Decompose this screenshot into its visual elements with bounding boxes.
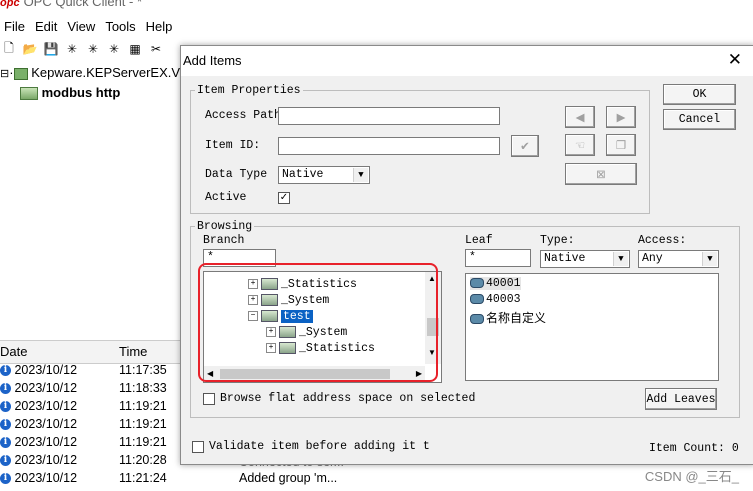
server-icon (13, 67, 28, 80)
properties-icon[interactable]: ▦ (126, 40, 144, 58)
log-row[interactable]: i 2023/10/12 11:19:21 (0, 435, 180, 453)
item-count: Item Count: 0 (649, 442, 739, 455)
data-type-select[interactable]: Native ▼ (278, 166, 370, 184)
info-icon: i (0, 455, 11, 467)
app-title: opc OPC Quick Client - * (0, 0, 143, 9)
info-icon: i (0, 473, 11, 485)
access-path-input[interactable] (278, 107, 500, 125)
info-icon: i (0, 401, 11, 413)
access-select[interactable]: Any ▼ (638, 250, 719, 268)
menu-view[interactable]: View (63, 17, 101, 37)
highlight-box (198, 263, 438, 382)
item-properties-legend: Item Properties (197, 84, 301, 97)
duplicate-item-button[interactable]: ❐ (606, 134, 636, 156)
menu-tools[interactable]: Tools (101, 17, 141, 37)
access-label: Access: (638, 234, 687, 247)
browse-flat-checkbox[interactable] (203, 393, 215, 405)
new-item-icon: ☜ (574, 139, 586, 153)
previous-button[interactable]: ◀ (565, 106, 595, 128)
log-message: Added group 'm... (239, 471, 338, 485)
access-path-label: Access Path (205, 109, 281, 122)
cancel-button[interactable]: Cancel (663, 109, 736, 130)
folder-icon (20, 87, 38, 101)
tag-icon (470, 293, 484, 304)
toolbar: 🗋 📂 💾 ✳ ✳ ✳ ▦ ✂ (0, 39, 165, 59)
tag-icon (470, 277, 484, 288)
open-folder-icon[interactable]: 📂 (21, 40, 39, 58)
browsing-legend: Browsing (197, 220, 253, 233)
close-icon[interactable]: ✕ (728, 50, 742, 70)
save-icon[interactable]: 💾 (42, 40, 60, 58)
delete-icon: ⊠ (596, 168, 606, 182)
next-button[interactable]: ▶ (606, 106, 636, 128)
chevron-down-icon: ▼ (702, 252, 717, 266)
log-row[interactable]: i 2023/10/12 11:20:28 (0, 453, 180, 471)
new-group-icon[interactable]: ✳ (84, 40, 102, 58)
branch-label: Branch (203, 234, 245, 247)
info-icon: i (0, 383, 11, 395)
leaf-list[interactable]: 40001 40003 名称自定义 (465, 273, 719, 381)
menu-file[interactable]: File (0, 17, 31, 37)
new-file-icon[interactable]: 🗋 (0, 40, 18, 58)
log-row[interactable]: i 2023/10/12 11:21:24 (0, 471, 180, 489)
opc-logo-icon: opc (0, 0, 20, 9)
checkmark-icon: ✔ (520, 140, 530, 154)
info-icon: i (0, 419, 11, 431)
arrow-right-icon: ▶ (616, 111, 626, 125)
leaf-input[interactable]: * (465, 249, 531, 267)
ok-button[interactable]: OK (663, 84, 736, 105)
item-id-input[interactable] (278, 137, 500, 155)
tree-item-group[interactable]: modbus http (20, 85, 120, 101)
info-icon: i (0, 437, 11, 449)
new-item-icon[interactable]: ✳ (105, 40, 123, 58)
menu-help[interactable]: Help (142, 17, 179, 37)
log-row[interactable]: i 2023/10/12 11:19:21 (0, 417, 180, 435)
chevron-down-icon: ▼ (613, 252, 628, 266)
add-items-dialog: Add Items ✕ Item Properties Access Path … (180, 45, 753, 465)
dialog-title: Add Items (183, 53, 242, 68)
validate-item-checkbox[interactable] (192, 441, 204, 453)
delete-item-button[interactable]: ⊠ (565, 163, 637, 185)
menu-edit[interactable]: Edit (31, 17, 63, 37)
chevron-down-icon: ▼ (353, 168, 368, 182)
cut-icon[interactable]: ✂ (147, 40, 165, 58)
log-row[interactable]: i 2023/10/12 11:17:35 (0, 363, 180, 381)
type-label: Type: (540, 234, 575, 247)
dialog-titlebar[interactable]: Add Items ✕ (181, 46, 753, 76)
menu-bar: File Edit View Tools Help (0, 17, 178, 37)
log-header: Date Time (0, 340, 180, 364)
app-title-text: OPC Quick Client - * (23, 0, 143, 9)
active-label: Active (205, 191, 247, 204)
leaf-item[interactable]: 40001 (470, 277, 521, 290)
validate-item-label: Validate item before adding it t (209, 440, 430, 453)
column-time[interactable]: Time (119, 344, 147, 359)
log-row[interactable]: i 2023/10/12 11:18:33 (0, 381, 180, 399)
column-date[interactable]: Date (0, 344, 27, 359)
validate-item-button[interactable]: ✔ (511, 135, 539, 157)
log-row[interactable]: i 2023/10/12 11:19:21 (0, 399, 180, 417)
new-server-icon[interactable]: ✳ (63, 40, 81, 58)
new-item-button[interactable]: ☜ (565, 134, 595, 156)
browse-flat-label: Browse flat address space on selected (220, 392, 476, 405)
leaf-item[interactable]: 名称自定义 (470, 309, 546, 326)
data-type-label: Data Type (205, 168, 268, 181)
leaf-label: Leaf (465, 234, 493, 247)
duplicate-icon: ❐ (615, 139, 627, 153)
item-id-label: Item ID: (205, 139, 261, 152)
info-icon: i (0, 365, 11, 377)
watermark: CSDN @_三石_ (644, 469, 739, 484)
arrow-left-icon: ◀ (575, 111, 585, 125)
add-leaves-button[interactable]: Add Leaves (645, 388, 717, 410)
leaf-item[interactable]: 40003 (470, 293, 521, 306)
active-checkbox[interactable]: ✓ (278, 192, 290, 204)
tag-icon (470, 313, 484, 324)
tree-item-server[interactable]: ⊟· Kepware.KEPServerEX.V6 (0, 65, 187, 80)
type-select[interactable]: Native ▼ (540, 250, 630, 268)
